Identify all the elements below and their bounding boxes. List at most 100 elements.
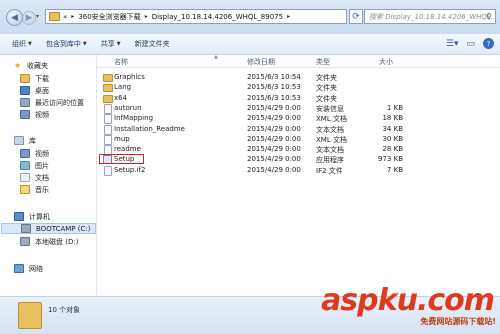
file-size: 28 KB [382, 145, 403, 154]
file-name: Installation_Readme [114, 124, 185, 133]
nav-item-desktop[interactable]: 桌面 [20, 85, 49, 96]
nav-item-label: 视频 [35, 149, 49, 158]
address-field[interactable]: « ▸ 360安全浏览器下载 ▸ Display_10.18.14.4206_W… [45, 9, 347, 24]
nav-item-label: 图片 [35, 161, 49, 170]
video-icon [20, 110, 30, 119]
nav-library[interactable]: 库 [14, 135, 36, 146]
file-size: 34 KB [382, 124, 403, 133]
nav-item-downloads[interactable]: 下载 [20, 73, 49, 84]
file-row[interactable]: Lang 2015/6/3 10:53 文件夹 [97, 82, 500, 93]
organize-menu[interactable]: 组织 ▼ [12, 39, 32, 49]
back-button[interactable]: ◀ [6, 9, 23, 26]
file-type: IF2 文件 [316, 166, 343, 175]
nav-computer[interactable]: 计算机 [14, 211, 50, 222]
forward-arrow-icon: ▶ [25, 13, 33, 23]
search-icon[interactable]: ⚲ [486, 12, 492, 21]
file-name: InfMapping [114, 114, 154, 123]
file-row[interactable]: x64 2015/6/3 10:53 文件夹 [97, 93, 500, 103]
search-input[interactable]: 搜索 Display_10.18.14.4206_WHQL... ⚲ [364, 9, 496, 24]
nav-item-label: 视频 [35, 110, 49, 119]
file-size: 30 KB [382, 134, 403, 143]
file-name: readme [114, 145, 141, 154]
nav-item-videos-fav[interactable]: 视频 [20, 109, 49, 120]
file-row[interactable]: Graphics 2015/6/3 10:54 文件夹 [97, 72, 500, 82]
nav-item-label: 音乐 [35, 185, 49, 194]
search-placeholder: 搜索 Display_10.18.14.4206_WHQL... [369, 12, 496, 21]
file-row[interactable]: mup 2015/4/29 0:00 XML 文档 30 KB [97, 134, 500, 145]
forward-button[interactable]: ▶ [22, 11, 36, 25]
nav-item-label: BOOTCAMP (C:) [36, 224, 91, 233]
file-row[interactable]: Setup 2015/4/29 0:00 应用程序 973 KB [97, 154, 500, 165]
chevron-down-icon: ▼ [116, 41, 121, 47]
share-label: 共享 [100, 40, 115, 48]
file-name: mup [114, 134, 130, 143]
breadcrumb-overflow[interactable]: « [63, 13, 67, 21]
nav-network-label: 网络 [29, 264, 43, 273]
pictures-icon [20, 161, 30, 170]
music-icon [20, 185, 30, 194]
file-name: Setup.if2 [114, 165, 146, 174]
organize-label: 组织 [12, 40, 26, 48]
include-in-library-menu[interactable]: 包含到库中 ▼ [46, 39, 87, 49]
file-name: x64 [114, 93, 128, 102]
library-icon [14, 136, 24, 145]
folder-icon [18, 302, 42, 329]
file-row[interactable]: readme 2015/4/29 0:00 文本文档 28 KB [97, 144, 500, 156]
video-icon [20, 149, 30, 158]
file-date: 2015/6/3 10:53 [247, 93, 301, 102]
new-folder-label: 新建文件夹 [134, 40, 170, 48]
watermark-tagline: 免费网站源码下载站! [420, 317, 496, 326]
nav-item-videos[interactable]: 视频 [20, 148, 49, 159]
downloads-icon [20, 74, 30, 83]
file-list: 名称 ▲ 修改日期 类型 大小 Graphics 2015/6/3 10:54 文件… [97, 54, 500, 295]
new-folder-button[interactable]: 新建文件夹 [135, 39, 170, 49]
column-size[interactable]: 大小 [379, 57, 393, 67]
file-date: 2015/6/3 10:53 [247, 83, 301, 92]
file-row[interactable]: autorun 2015/4/29 0:00 安装信息 1 KB [97, 103, 500, 114]
folder-icon [103, 94, 113, 103]
folder-icon [49, 12, 60, 21]
refresh-icon: ⟳ [352, 11, 360, 22]
nav-item-documents[interactable]: 文档 [20, 172, 49, 183]
nav-network[interactable]: 网络 [14, 263, 43, 274]
nav-favorites-label: 收藏夹 [27, 61, 48, 70]
preview-pane-icon[interactable]: ▭ [466, 39, 475, 49]
star-icon: ★ [14, 61, 22, 70]
breadcrumb-separator-icon: ▸ [71, 13, 75, 20]
file-size: 973 KB [378, 155, 403, 164]
view-options-icon[interactable]: ☰▾ [446, 39, 459, 49]
breadcrumb-item[interactable]: Display_10.18.14.4206_WHQL_89075 [152, 13, 283, 21]
file-row[interactable]: InfMapping 2015/4/29 0:00 XML 文档 18 KB [97, 113, 500, 125]
column-date[interactable]: 修改日期 [247, 57, 275, 67]
recent-places-icon [20, 98, 30, 107]
nav-item-label: 文档 [35, 173, 49, 182]
file-date: 2015/4/29 0:00 [247, 103, 301, 112]
folder-icon [103, 84, 113, 93]
column-type[interactable]: 类型 [316, 57, 330, 67]
file-date: 2015/4/29 0:00 [247, 134, 301, 143]
file-size: 1 KB [386, 103, 403, 112]
file-row[interactable]: Installation_Readme 2015/4/29 0:00 文本文档 34 … [97, 124, 500, 135]
breadcrumb: « ▸ 360安全浏览器下载 ▸ Display_10.18.14.4206_W… [63, 12, 294, 22]
item-count: 10 个对象 [48, 306, 81, 314]
chevron-down-icon: ▼ [82, 41, 87, 47]
nav-favorites[interactable]: ★ 收藏夹 [14, 60, 48, 71]
breadcrumb-item[interactable]: 360安全浏览器下载 [78, 12, 140, 22]
column-name[interactable]: 名称 [114, 57, 128, 67]
nav-item-bootcamp[interactable]: BOOTCAMP (C:) [1, 223, 96, 234]
help-icon[interactable]: ? [483, 38, 494, 49]
nav-item-music[interactable]: 音乐 [20, 184, 49, 195]
file-date: 2015/4/29 0:00 [247, 165, 301, 174]
command-bar: 组织 ▼ 包含到库中 ▼ 共享 ▼ 新建文件夹 ☰▾ ▭ ? [0, 34, 500, 55]
back-arrow-icon: ◀ [11, 12, 18, 23]
file-row[interactable]: Setup.if2 2015/4/29 0:00 IF2 文件 7 KB [97, 165, 500, 176]
share-menu[interactable]: 共享 ▼ [101, 39, 121, 49]
nav-library-label: 库 [29, 136, 36, 145]
nav-item-pictures[interactable]: 图片 [20, 160, 49, 171]
file-name: Setup [114, 155, 135, 164]
recent-pages-dropdown-icon[interactable]: ▾ [36, 13, 39, 20]
refresh-button[interactable]: ⟳ [349, 9, 363, 24]
documents-icon [20, 173, 30, 182]
nav-item-recent[interactable]: 最近访问的位置 [20, 97, 84, 108]
nav-item-local-disk[interactable]: 本地磁盘 (D:) [20, 236, 78, 247]
